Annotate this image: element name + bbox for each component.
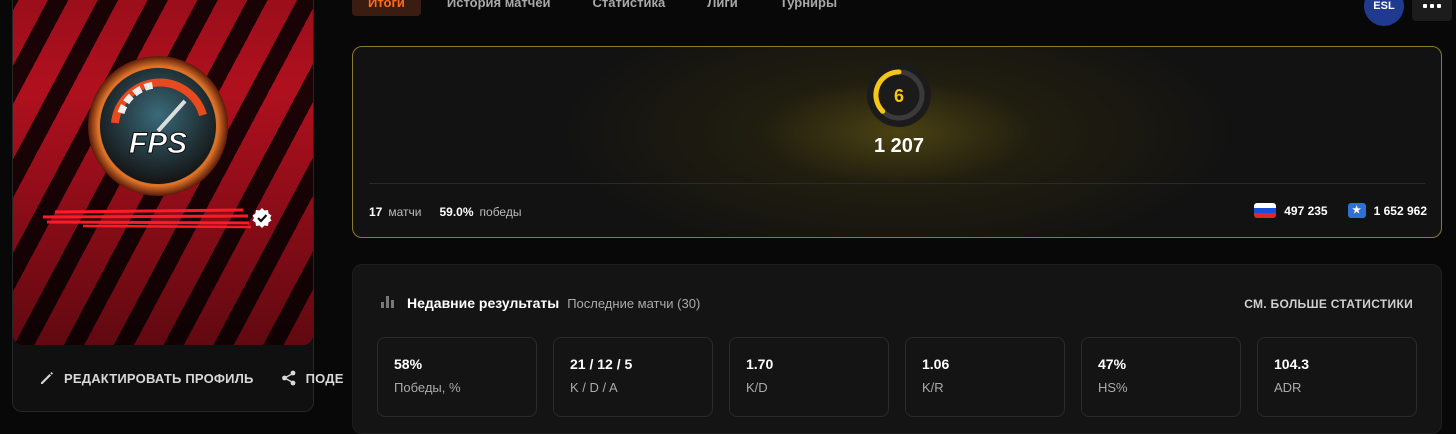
- stat-value: 1.70: [746, 356, 774, 372]
- winrate-value: 59.0%: [439, 205, 474, 219]
- recent-results-card: Недавние результаты Последние матчи (30)…: [352, 264, 1442, 434]
- recent-results-title: Недавние результаты: [407, 295, 560, 311]
- stat-kd: 1.70 K/D: [729, 337, 889, 417]
- matches-count: 17: [369, 205, 383, 219]
- share-profile-button[interactable]: ПОДЕ: [280, 369, 376, 387]
- bar-chart-icon: [381, 296, 395, 308]
- verified-icon: [252, 208, 272, 228]
- avatar-text: FPS: [129, 127, 187, 160]
- edit-profile-button[interactable]: РЕДАКТИРОВАТЬ ПРОФИЛЬ: [38, 369, 254, 387]
- matches-label: матчи: [388, 205, 422, 219]
- stat-label: Победы, %: [394, 380, 461, 395]
- stat-value: 1.06: [922, 356, 950, 372]
- league-logo-icon[interactable]: ESL: [1364, 0, 1404, 26]
- profile-actions: РЕДАКТИРОВАТЬ ПРОФИЛЬ ПОДЕ: [38, 366, 376, 390]
- tab-tournaments[interactable]: Турниры: [764, 0, 853, 16]
- share-icon: [281, 370, 295, 386]
- russia-flag-icon: [1254, 203, 1277, 218]
- dot-icon: [1423, 4, 1427, 8]
- tab-match-history[interactable]: История матчей: [431, 0, 567, 16]
- elo-value: 1 207: [873, 135, 925, 157]
- tab-leagues[interactable]: Лиги: [691, 0, 754, 16]
- stat-label: K/D: [746, 380, 768, 395]
- stat-hs: 47% HS%: [1081, 337, 1241, 417]
- stat-value: 58%: [394, 356, 423, 372]
- divider: [369, 183, 1425, 184]
- match-summary: 17 матчи 59.0% победы: [369, 205, 521, 219]
- profile-panel: FPS: [12, 0, 314, 412]
- stat-label: HS%: [1098, 380, 1128, 395]
- region-icon: ★: [1347, 203, 1366, 218]
- stat-winrate: 58% Победы, %: [377, 337, 537, 417]
- tab-summary[interactable]: Итоги: [352, 0, 421, 16]
- stat-kda: 21 / 12 / 5 K / D / A: [553, 337, 713, 417]
- see-more-stats-link[interactable]: СМ. БОЛЬШЕ СТАТИСТИКИ: [1244, 297, 1413, 311]
- pencil-icon: [41, 372, 53, 384]
- stat-adr: 104.3 ADR: [1257, 337, 1417, 417]
- skill-level-value: 6: [894, 86, 904, 106]
- share-profile-label: ПОДЕ: [305, 370, 344, 386]
- country-rank[interactable]: 497 235: [1284, 204, 1327, 218]
- recent-results-subtitle: Последние матчи (30): [567, 296, 701, 311]
- more-menu-button[interactable]: [1412, 0, 1452, 21]
- stat-value: 21 / 12 / 5: [570, 356, 633, 372]
- elo-card: 6 1 207 17 матчи 59.0% победы 497 235 ★ …: [352, 46, 1442, 238]
- stat-value: 104.3: [1274, 356, 1310, 372]
- stat-label: K/R: [922, 380, 944, 395]
- skill-level-badge: 6: [867, 63, 931, 127]
- redacted-username: [43, 208, 252, 229]
- recent-results-header: Недавние результаты Последние матчи (30): [381, 295, 700, 311]
- top-right-controls: ESL: [1364, 0, 1452, 26]
- stat-label: ADR: [1274, 380, 1302, 395]
- edit-profile-label: РЕДАКТИРОВАТЬ ПРОФИЛЬ: [64, 370, 254, 386]
- dot-icon: [1430, 4, 1434, 8]
- profile-tabs: Итоги История матчей Статистика Лиги Тур…: [352, 0, 863, 18]
- dot-icon: [1437, 4, 1441, 8]
- stat-kr: 1.06 K/R: [905, 337, 1065, 417]
- stats-row: 58% Победы, % 21 / 12 / 5 K / D / A 1.70…: [377, 337, 1417, 417]
- rankings: 497 235 ★ 1 652 962: [1254, 203, 1427, 218]
- stat-label: K / D / A: [570, 380, 618, 395]
- tab-statistics[interactable]: Статистика: [577, 0, 682, 16]
- avatar: FPS: [88, 56, 228, 196]
- stat-value: 47%: [1098, 356, 1127, 372]
- winrate-label: победы: [479, 205, 522, 219]
- region-rank[interactable]: 1 652 962: [1374, 204, 1427, 218]
